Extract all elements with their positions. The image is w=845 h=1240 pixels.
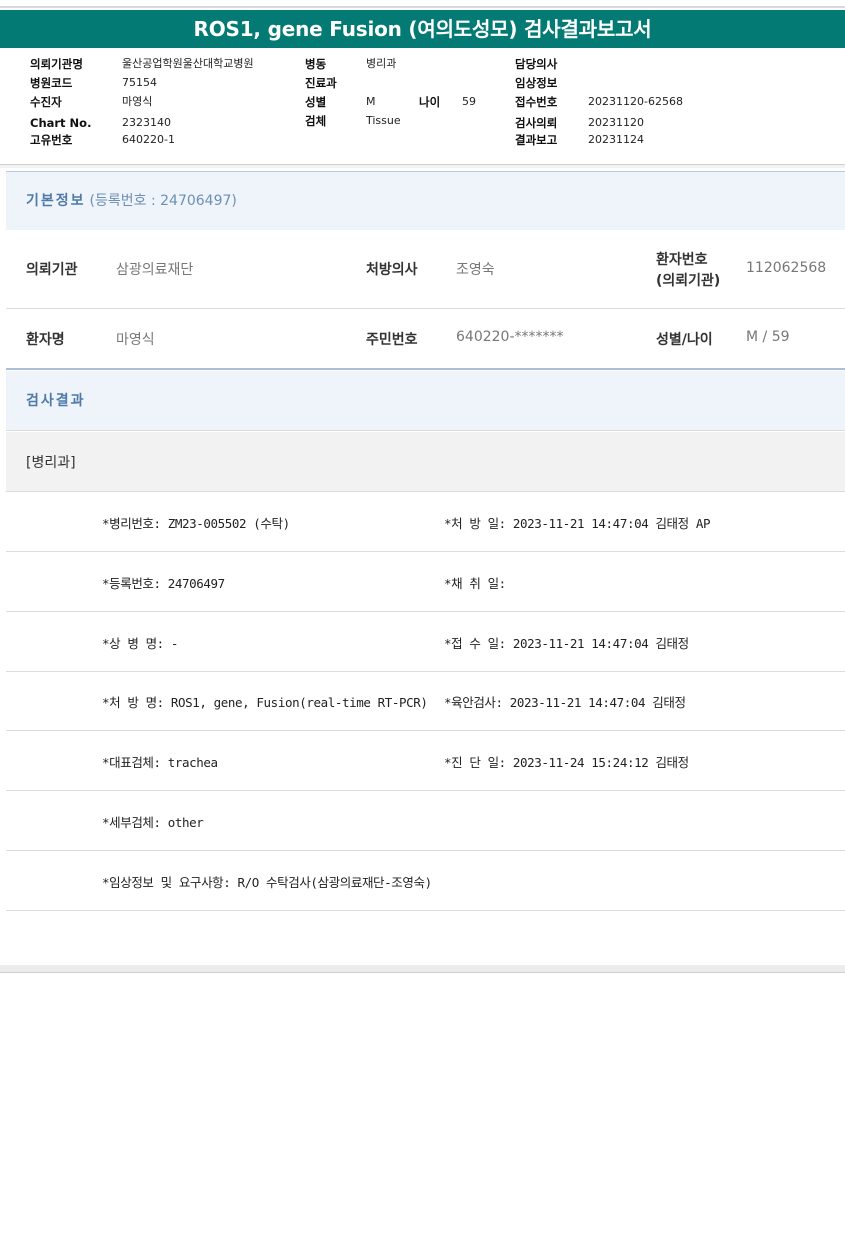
inst-label: 의뢰기관: [26, 262, 78, 278]
report-label: 결과보고: [515, 133, 558, 147]
result-left-text: *상 병 명: -: [102, 636, 179, 651]
age-value: 59: [462, 95, 476, 108]
sex-label: 성별: [305, 95, 327, 109]
patient-label: 수진자: [30, 95, 62, 109]
doctor-label: 담당의사: [515, 57, 558, 71]
specimen-value: Tissue: [366, 114, 401, 127]
patient-no-value: 112062568: [746, 260, 827, 276]
result-row: *임상정보 및 요구사항: R/O 수탁검사(삼광의료재단-조영숙): [6, 851, 845, 911]
request-value: 20231120: [588, 116, 644, 129]
top-rule: [0, 6, 845, 8]
sex-age-label: 성별/나이: [656, 332, 713, 348]
result-right-text: *진 단 일: 2023-11-24 15:24:12 김태정: [444, 755, 689, 770]
result-row: *세부검체: other: [6, 791, 845, 851]
result-left-text: *세부검체: other: [102, 815, 204, 830]
sex-value: M: [366, 95, 376, 108]
report-title: ROS1, gene Fusion (여의도성모) 검사결과보고서: [0, 10, 845, 48]
patient-value: 마영식: [122, 95, 153, 108]
report-value: 20231124: [588, 133, 644, 146]
inst-value: 삼광의료재단: [116, 262, 194, 278]
prescriber-value: 조영숙: [456, 262, 495, 278]
rrn-label: 주민번호: [366, 332, 418, 348]
name-value: 마영식: [116, 332, 155, 348]
hospital-code-value: 75154: [122, 76, 157, 89]
institution-label: 의뢰기관명: [30, 57, 83, 71]
header-divider: [0, 164, 845, 168]
result-left-text: *병리번호: ZM23-005502 (수탁): [102, 516, 290, 531]
results-category-row: [병리과]: [6, 432, 845, 492]
ward-label: 병동: [305, 57, 327, 71]
results-heading: 검사결과: [6, 371, 845, 431]
name-label: 환자명: [26, 332, 65, 348]
receipt-value: 20231120-62568: [588, 95, 683, 108]
result-right-text: *채 취 일:: [444, 576, 506, 591]
result-row: *처 방 명: ROS1, gene, Fusion(real-time RT-…: [6, 671, 845, 731]
patient-no-label-2: (의뢰기관): [656, 273, 721, 289]
results-category: [병리과]: [26, 455, 76, 471]
result-right-text: *처 방 일: 2023-11-21 14:47:04 김태정 AP: [444, 516, 711, 531]
patient-no-label-1: 환자번호: [656, 252, 708, 268]
bottom-rule: [0, 965, 845, 973]
dept-label: 진료과: [305, 76, 337, 90]
result-left-text: *임상정보 및 요구사항: R/O 수탁검사(삼광의료재단-조영숙): [102, 875, 432, 890]
result-row: *대표검체: trachea *진 단 일: 2023-11-24 15:24:…: [6, 731, 845, 791]
registration-number: (등록번호 : 24706497): [89, 193, 237, 209]
ward-value: 병리과: [366, 57, 397, 70]
result-right-text: *육안검사: 2023-11-21 14:47:04 김태정: [444, 695, 686, 710]
prescriber-label: 처방의사: [366, 262, 418, 278]
id-value: 640220-1: [122, 133, 175, 146]
basic-info-row-1: 의뢰기관 삼광의료재단 처방의사 조영숙 환자번호 (의뢰기관) 1120625…: [6, 231, 845, 309]
result-left-text: *처 방 명: ROS1, gene, Fusion(real-time RT-…: [102, 695, 428, 710]
sex-age-value: M / 59: [746, 329, 790, 345]
result-row: *상 병 명: - *접 수 일: 2023-11-21 14:47:04 김태…: [6, 612, 845, 672]
clinical-label: 임상정보: [515, 76, 558, 90]
basic-info-row-2: 환자명 마영식 주민번호 640220-******* 성별/나이 M / 59: [6, 309, 845, 370]
result-left-text: *대표검체: trachea: [102, 755, 218, 770]
chart-label: Chart No.: [30, 116, 92, 130]
result-row: *등록번호: 24706497 *채 취 일:: [6, 552, 845, 612]
age-label: 나이: [419, 95, 441, 109]
basic-info-title: 기본정보: [26, 193, 86, 209]
basic-info-heading: 기본정보 (등록번호 : 24706497): [6, 171, 845, 230]
result-left-text: *등록번호: 24706497: [102, 576, 225, 591]
institution-value: 울산공업학원울산대학교병원: [122, 57, 254, 70]
hospital-code-label: 병원코드: [30, 76, 73, 90]
specimen-label: 검체: [305, 114, 327, 128]
chart-value: 2323140: [122, 116, 171, 129]
request-label: 검사의뢰: [515, 116, 558, 130]
id-label: 고유번호: [30, 133, 73, 147]
rrn-value: 640220-*******: [456, 329, 564, 345]
receipt-label: 접수번호: [515, 95, 558, 109]
result-right-text: *접 수 일: 2023-11-21 14:47:04 김태정: [444, 636, 689, 651]
result-row: *병리번호: ZM23-005502 (수탁) *처 방 일: 2023-11-…: [6, 492, 845, 552]
